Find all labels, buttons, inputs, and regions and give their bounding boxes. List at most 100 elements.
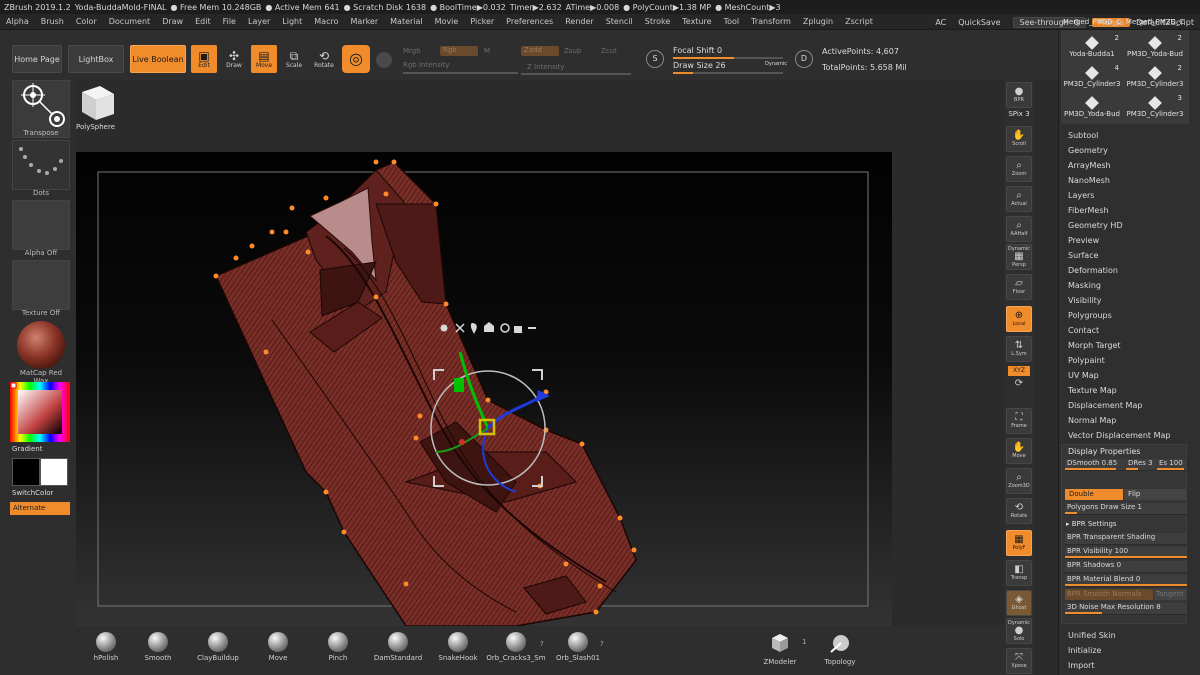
texture-button[interactable] (12, 260, 70, 310)
menu-texture[interactable]: Texture (676, 17, 717, 26)
zoom3d-button[interactable]: ⌕ Zoom3D (1006, 468, 1032, 494)
menu-polypaint[interactable]: Polypaint (1068, 356, 1105, 365)
bpr-button[interactable]: ● BPR (1006, 82, 1032, 108)
lsym-button[interactable]: ⇅ L.Sym (1006, 336, 1032, 362)
double-toggle[interactable]: Double (1065, 489, 1123, 500)
menu-zscript[interactable]: Zscript (839, 17, 879, 26)
alpha-button[interactable] (12, 200, 70, 250)
menu-light[interactable]: Light (276, 17, 308, 26)
switchcolor-button[interactable]: SwitchColor (12, 489, 53, 497)
material-button[interactable] (12, 320, 70, 370)
brush-snakehook[interactable]: SnakeHook (428, 632, 488, 662)
menu-contact[interactable]: Contact (1068, 326, 1099, 335)
rotate-axis-icons[interactable]: ⟳ (1008, 378, 1030, 402)
secondary-color-swatch[interactable] (40, 458, 68, 486)
menu-file[interactable]: File (217, 17, 242, 26)
menu-picker[interactable]: Picker (464, 17, 500, 26)
menu-alpha[interactable]: Alpha (0, 17, 35, 26)
menu-document[interactable]: Document (103, 17, 156, 26)
menu-preferences[interactable]: Preferences (500, 17, 559, 26)
menu-tool[interactable]: Tool (718, 17, 746, 26)
brush-help-icon[interactable]: ? (540, 640, 544, 648)
tool-thumb[interactable]: 2 PM3D_Cylinder3 (1124, 64, 1186, 90)
brush-claybuildup[interactable]: ClayBuildup (188, 632, 248, 662)
local-button[interactable]: ⊕ Local (1006, 306, 1032, 332)
menu-polygroups[interactable]: Polygroups (1068, 311, 1112, 320)
ghost-button[interactable]: ◈ Ghost (1006, 590, 1032, 616)
mrgb-toggle[interactable]: Mrgb (403, 47, 421, 55)
rotate-button[interactable]: ⟲ Rotate (311, 45, 337, 73)
bpr-shadows-slider[interactable]: BPR Shadows 0 (1065, 561, 1187, 573)
menu-uv-map[interactable]: UV Map (1068, 371, 1099, 380)
menu-displacement-map[interactable]: Displacement Map (1068, 401, 1142, 410)
menu-layers[interactable]: Layers (1068, 191, 1094, 200)
frame-button[interactable]: ⛶ Frame (1006, 408, 1032, 434)
color-picker[interactable] (10, 382, 70, 442)
solo-button[interactable]: Dynamic ● Solo (1006, 618, 1032, 644)
menu-material[interactable]: Material (384, 17, 429, 26)
dres-slider[interactable]: DRes 3 (1126, 459, 1156, 471)
move-button[interactable]: ▤ Move (251, 45, 277, 73)
focal-lock-icon[interactable]: S (646, 50, 664, 68)
lightbox-button[interactable]: LightBox (68, 45, 124, 73)
zoom-button[interactable]: ⌕ Zoom (1006, 156, 1032, 182)
stroke-dots-button[interactable] (12, 140, 70, 190)
menu-import[interactable]: Import (1068, 661, 1095, 670)
live-boolean-button[interactable]: Live Boolean (130, 45, 186, 73)
menu-surface[interactable]: Surface (1068, 251, 1098, 260)
polygons-draw-size-slider[interactable]: Polygons Draw Size 1 (1065, 503, 1187, 515)
transp-button[interactable]: ◧ Transp (1006, 560, 1032, 586)
menu-stencil[interactable]: Stencil (600, 17, 639, 26)
ac-label[interactable]: AC (929, 18, 952, 27)
menu-subtool[interactable]: Subtool (1068, 131, 1098, 140)
menu-vector-displacement-map[interactable]: Vector Displacement Map (1068, 431, 1170, 440)
noise-max-resolution-slider[interactable]: 3D Noise Max Resolution 8 (1065, 603, 1187, 615)
zcut-toggle[interactable]: Zcut (601, 47, 617, 55)
menu-geometry[interactable]: Geometry (1068, 146, 1108, 155)
brush-pinch[interactable]: Pinch (308, 632, 368, 662)
menu-render[interactable]: Render (559, 17, 599, 26)
menu-stroke[interactable]: Stroke (639, 17, 677, 26)
toolbar-collapse-handle[interactable] (520, 132, 546, 136)
menu-initialize[interactable]: Initialize (1068, 646, 1101, 655)
floor-button[interactable]: ▱ Floor (1006, 274, 1032, 300)
rotate-view-button[interactable]: ⟲ Rotate (1006, 498, 1032, 524)
es-slider[interactable]: Es 100 (1157, 459, 1187, 471)
bpr-transparent-shading-toggle[interactable]: BPR Transparent Shading (1065, 533, 1187, 545)
move-view-button[interactable]: ✋ Move (1006, 438, 1032, 464)
tool-thumb[interactable]: 3 PM3D_Cylinder3 (1124, 94, 1186, 120)
bpr-settings-header[interactable]: ▸ BPR Settings (1066, 520, 1117, 528)
menu-morph-target[interactable]: Morph Target (1068, 341, 1121, 350)
menu-marker[interactable]: Marker (344, 17, 384, 26)
brush-smooth[interactable]: Smooth (128, 632, 188, 662)
tool-thumb[interactable]: 2 Yoda-Budda1 (1061, 34, 1123, 60)
zadd-toggle[interactable]: Zadd (521, 46, 559, 56)
menu-color[interactable]: Color (70, 17, 103, 26)
brush-help-icon-2[interactable]: ? (600, 640, 604, 648)
spix-slider[interactable]: SPix 3 (1006, 110, 1032, 118)
dynamic-toggle[interactable]: Dynamic (765, 61, 787, 67)
bpr-visibility-slider[interactable]: BPR Visibility 100 (1065, 547, 1187, 559)
menu-edit[interactable]: Edit (189, 17, 217, 26)
bpr-smooth-normals-toggle[interactable]: BPR Smooth Normals (1065, 589, 1153, 600)
m-toggle[interactable]: M (484, 47, 490, 55)
main-color-swatch[interactable] (12, 458, 40, 486)
menu-draw[interactable]: Draw (156, 17, 189, 26)
menu-macro[interactable]: Macro (308, 17, 344, 26)
rgb-intensity-slider[interactable] (403, 72, 518, 74)
brush-orb-cracks[interactable]: Orb_Cracks3_Sm (486, 632, 546, 662)
tangent-toggle[interactable]: Tangent (1154, 589, 1186, 600)
alternate-button[interactable]: Alternate (10, 502, 70, 515)
menu-preview[interactable]: Preview (1068, 236, 1099, 245)
menu-movie[interactable]: Movie (429, 17, 465, 26)
bpr-material-blend-slider[interactable]: BPR Material Blend 0 (1065, 575, 1187, 587)
brush-damstandard[interactable]: DamStandard (368, 632, 428, 662)
flip-toggle[interactable]: Flip (1124, 489, 1186, 500)
viewport-canvas[interactable] (76, 152, 892, 626)
menu-arraymesh[interactable]: ArrayMesh (1068, 161, 1111, 170)
zsub-toggle[interactable]: Zsub (564, 47, 581, 55)
gizmo-toggle[interactable]: ◎ (342, 45, 370, 73)
xyz-toggle[interactable]: XYZ (1008, 366, 1030, 376)
menu-normal-map[interactable]: Normal Map (1068, 416, 1116, 425)
menu-masking[interactable]: Masking (1068, 281, 1101, 290)
